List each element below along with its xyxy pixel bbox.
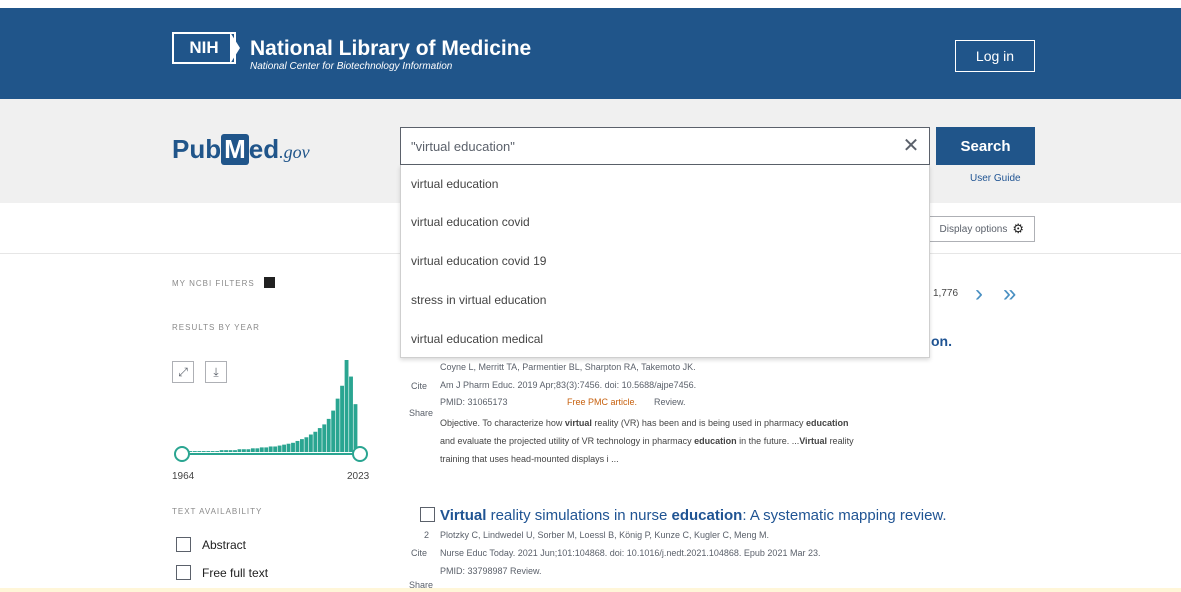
result-1-type: Review.	[654, 397, 686, 407]
suggestion-item[interactable]: virtual education covid	[411, 215, 530, 229]
year-bar[interactable]	[237, 449, 242, 452]
page-count: 1,776	[933, 288, 959, 299]
result-2-citation: Nurse Educ Today. 2021 Jun;101:104868. d…	[440, 548, 821, 558]
year-bar[interactable]	[192, 451, 197, 452]
suggestion-item[interactable]: virtual education medical	[411, 332, 543, 346]
year-bar[interactable]	[273, 446, 278, 452]
year-bar[interactable]	[308, 434, 313, 452]
year-bar[interactable]	[326, 418, 331, 452]
year-bar[interactable]	[246, 449, 251, 452]
abstract-checkbox[interactable]	[176, 537, 191, 552]
user-guide-link[interactable]: User Guide	[970, 173, 1021, 184]
login-button[interactable]: Log in	[955, 40, 1035, 72]
my-ncbi-filters-label[interactable]: MY NCBI FILTERS	[172, 279, 255, 288]
pubmed-logo[interactable]: Pub Med.gov	[172, 134, 310, 165]
year-bar[interactable]	[295, 440, 300, 452]
result-1-free-pmc[interactable]: Free PMC article.	[567, 397, 637, 407]
timeline-end-handle[interactable]	[352, 446, 368, 462]
result-1-snippet-line-2: and evaluate the projected utility of VR…	[440, 436, 854, 446]
suggestion-item[interactable]: virtual education covid 19	[411, 254, 546, 268]
external-link-icon[interactable]	[264, 277, 275, 288]
year-bar[interactable]	[300, 439, 304, 452]
year-bar[interactable]	[282, 444, 287, 452]
year-bar[interactable]	[224, 450, 229, 452]
year-start-label: 1964	[172, 471, 195, 482]
year-bar[interactable]	[210, 451, 215, 452]
result-1-title[interactable]: on.	[931, 333, 952, 349]
result-1-snippet-line-3: training that uses head-mounted displays…	[440, 454, 619, 464]
year-bar[interactable]	[340, 385, 345, 452]
text-availability-label: TEXT AVAILABILITY	[172, 507, 263, 516]
autocomplete-dropdown: virtual education virtual education covi…	[400, 165, 930, 358]
last-page-icon[interactable]: »	[1003, 282, 1016, 306]
year-bar[interactable]	[259, 447, 264, 452]
result-2-title[interactable]: Virtual reality simulations in nurse edu…	[440, 507, 947, 524]
logo-gov: .gov	[279, 142, 310, 162]
free-full-text-label[interactable]: Free full text	[202, 566, 268, 580]
result-2-checkbox[interactable]	[420, 507, 435, 522]
display-options-button[interactable]: Display options ⚙	[925, 216, 1035, 242]
abstract-label[interactable]: Abstract	[202, 538, 246, 552]
result-1-citation: Am J Pharm Educ. 2019 Apr;83(3):7456. do…	[440, 380, 697, 390]
result-2-pmid: PMID: 33798987	[440, 566, 508, 576]
search-input[interactable]	[400, 127, 930, 165]
year-end-label: 2023	[347, 471, 370, 482]
year-bar[interactable]	[255, 448, 260, 452]
year-bar[interactable]	[286, 443, 291, 452]
year-bar[interactable]	[268, 446, 273, 452]
logo-ed: ed	[248, 134, 280, 164]
result-1-authors: Coyne L, Merritt TA, Parmentier BL, Shar…	[440, 362, 696, 372]
display-options-label: Display options	[939, 223, 1008, 235]
result-2-cite-button[interactable]: Cite	[411, 548, 427, 558]
nih-logo-arrow	[230, 32, 240, 64]
nih-logo[interactable]: NIH	[172, 32, 236, 64]
logo-m: M	[221, 134, 249, 165]
logo-pub: Pub	[172, 134, 222, 164]
year-bar[interactable]	[228, 450, 233, 452]
suggestion-item[interactable]: virtual education	[411, 177, 498, 191]
result-1-snippet-line-1: Objective. To characterize how virtual r…	[440, 418, 849, 428]
clear-icon[interactable]: ✕	[898, 132, 924, 158]
timeline-bars	[184, 360, 358, 452]
year-bar[interactable]	[335, 398, 340, 452]
year-bar[interactable]	[353, 404, 358, 452]
result-2-number: 2	[424, 530, 430, 540]
search-button[interactable]: Search	[936, 127, 1035, 165]
year-bar[interactable]	[317, 428, 322, 452]
year-bar[interactable]	[349, 376, 353, 452]
next-page-icon[interactable]: ›	[975, 282, 983, 306]
result-1-cite-button[interactable]: Cite	[411, 381, 427, 391]
result-2-authors: Plotzky C, Lindwedel U, Sorber M, Loessl…	[440, 530, 769, 540]
year-bar[interactable]	[264, 447, 269, 452]
year-bar[interactable]	[331, 410, 336, 452]
results-by-year-chart	[174, 360, 368, 462]
gear-icon: ⚙	[1012, 221, 1024, 236]
result-1-pmid: PMID: 31065173	[440, 397, 508, 407]
free-full-text-checkbox[interactable]	[176, 565, 191, 580]
result-2-type: Review.	[510, 566, 542, 576]
year-bar[interactable]	[206, 451, 211, 452]
timeline-start-handle[interactable]	[174, 446, 190, 462]
year-bar[interactable]	[219, 450, 224, 452]
year-bar[interactable]	[322, 424, 327, 452]
year-bar[interactable]	[344, 360, 349, 452]
year-bar[interactable]	[233, 450, 237, 452]
year-bar[interactable]	[215, 451, 220, 452]
year-bar[interactable]	[313, 431, 318, 452]
year-bar[interactable]	[242, 449, 246, 452]
year-bar[interactable]	[277, 445, 282, 452]
year-bar[interactable]	[250, 448, 255, 452]
year-bar[interactable]	[201, 451, 206, 452]
nlm-subtitle: National Center for Biotechnology Inform…	[250, 61, 453, 72]
result-1-share-button[interactable]: Share	[409, 408, 433, 418]
year-bar[interactable]	[304, 437, 309, 452]
results-by-year-label: RESULTS BY YEAR	[172, 323, 260, 332]
bottom-band	[0, 588, 1181, 592]
nlm-title[interactable]: National Library of Medicine	[250, 37, 531, 61]
year-bar[interactable]	[291, 442, 295, 452]
suggestion-item[interactable]: stress in virtual education	[411, 293, 546, 307]
year-bar[interactable]	[197, 451, 202, 452]
